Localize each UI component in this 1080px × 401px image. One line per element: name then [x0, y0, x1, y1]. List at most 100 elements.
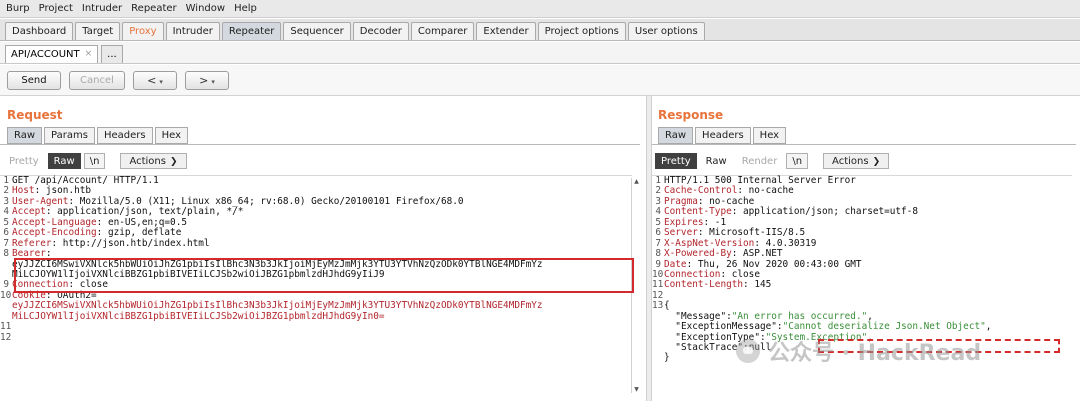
header-name: Accept-Language — [12, 216, 97, 228]
back-button[interactable]: < ▾ — [133, 70, 177, 90]
header-name: Accept-Encoding — [12, 227, 97, 239]
line-number: 11 — [0, 321, 12, 333]
header-name: Expires — [664, 216, 704, 228]
wechat-icon — [736, 339, 760, 363]
repeater-tab-api-account[interactable]: API/ACCOUNT × — [5, 45, 99, 63]
line-number: 10 — [0, 289, 12, 301]
line-number: 8 — [655, 248, 661, 260]
header-value: : no-cache — [737, 185, 794, 197]
tab-dashboard[interactable]: Dashboard — [5, 22, 74, 40]
tab-headers[interactable]: Headers — [96, 127, 153, 144]
header-value: : ASP.NET — [731, 248, 783, 260]
cancel-button[interactable]: Cancel — [69, 70, 125, 90]
menu-item[interactable]: Window — [186, 3, 225, 14]
newline-toggle[interactable]: \n — [786, 153, 809, 169]
header-name: Server — [664, 227, 698, 239]
line-number — [0, 301, 12, 311]
scroll-up-icon[interactable]: ▲ — [633, 178, 640, 185]
tab-target[interactable]: Target — [75, 22, 121, 40]
chevron-down-icon: ❯ — [169, 157, 178, 167]
line-text: HTTP/1.1 500 Internal Server Error — [664, 175, 856, 186]
request-editor[interactable]: 1 GET /api/Account/ HTTP/1.1 2 Host: json.h… — [0, 175, 632, 343]
tab-headers[interactable]: Headers — [695, 127, 751, 144]
tab-extender[interactable]: Extender — [476, 22, 536, 40]
menu-bar: Burp Project Intruder Repeater Window Help — [0, 0, 1080, 18]
response-tabs: Raw Headers Hex — [658, 127, 788, 144]
render-button[interactable]: Render — [736, 153, 784, 169]
newline-toggle[interactable]: \n — [83, 153, 106, 169]
new-tab-label: ... — [107, 49, 117, 60]
request-view-bar: Pretty Raw \n Actions ❯ — [3, 153, 190, 169]
header-name: X-Powered-By — [664, 248, 732, 260]
pretty-button[interactable]: Pretty — [655, 153, 697, 169]
chevron-down-icon: ▾ — [211, 77, 215, 86]
tab-sequencer[interactable]: Sequencer — [283, 22, 351, 40]
actions-label: Actions — [129, 156, 166, 167]
request-tabs-divider — [0, 144, 640, 145]
line-number — [652, 322, 664, 332]
editor-line: 1 GET /api/Account/ HTTP/1.1 — [0, 175, 632, 186]
header-name: Host — [12, 185, 35, 197]
header-name: Connection — [12, 279, 69, 291]
header-value: : http://json.htb/index.html — [51, 237, 210, 249]
header-value: : OAuth2= — [45, 289, 97, 301]
tab-hex[interactable]: Hex — [154, 127, 188, 144]
header-name: Content-Length — [664, 279, 744, 291]
line-text: MiLCJOYW1lIjoiVXNlciBBZG1pbiBIVEIiLCJSb2… — [12, 310, 385, 322]
actions-button[interactable]: Actions ❯ — [120, 153, 187, 169]
tab-intruder[interactable]: Intruder — [165, 22, 220, 40]
back-icon: < — [147, 73, 157, 87]
raw-button[interactable]: Raw — [47, 153, 81, 169]
tab-project-options[interactable]: Project options — [537, 22, 626, 40]
tab-raw[interactable]: Raw — [7, 127, 43, 144]
header-name: Cache-Control — [664, 185, 738, 197]
response-view-bar: Pretty Raw Render \n Actions ❯ — [655, 153, 892, 169]
request-title: Request — [7, 108, 63, 122]
tab-repeater[interactable]: Repeater — [221, 22, 282, 40]
repeater-tabs: API/ACCOUNT × ... — [0, 42, 1080, 64]
header-value: : application/json; charset=utf-8 — [731, 206, 918, 218]
response-title: Response — [658, 108, 724, 122]
tab-comparer[interactable]: Comparer — [410, 22, 475, 40]
line-number: 8 — [3, 248, 9, 260]
tab-raw[interactable]: Raw — [658, 127, 694, 144]
pretty-button[interactable]: Pretty — [3, 153, 45, 169]
header-value: : application/json, text/plain, */* — [45, 206, 244, 218]
menu-item[interactable]: Help — [234, 3, 257, 14]
menu-item[interactable]: Intruder — [82, 3, 122, 14]
main-tabs: Dashboard Target Proxy Intruder Repeater Sequ… — [0, 19, 1080, 41]
request-tabs: Raw Params Headers Hex — [7, 127, 190, 144]
header-value: : gzip, deflate — [96, 227, 182, 239]
request-scrollbar[interactable]: ▲ ▼ — [631, 178, 640, 393]
line-text: eyJJZCI6MSwiVXNlck5hbWUiOiJhZG1pbiIsIlBh… — [12, 258, 543, 270]
tab-user-options[interactable]: User options — [627, 22, 705, 40]
menu-item[interactable]: Project — [39, 3, 73, 14]
raw-button[interactable]: Raw — [700, 153, 733, 169]
menu-item[interactable]: Repeater — [131, 3, 176, 14]
header-name: Accept — [12, 206, 46, 218]
close-icon[interactable]: × — [85, 46, 93, 63]
line-number — [652, 343, 664, 353]
tab-hex[interactable]: Hex — [752, 127, 787, 144]
editor-line: 11 Content-Length: 145 — [652, 279, 1072, 291]
header-value: : Thu, 26 Nov 2020 00:43:00 GMT — [686, 258, 862, 270]
watermark: 公众号 · HackRead — [736, 335, 981, 367]
tab-params[interactable]: Params — [44, 127, 95, 144]
line-number: 12 — [0, 331, 12, 343]
tab-decoder[interactable]: Decoder — [352, 22, 409, 40]
header-value: : en-US,en;q=0.5 — [96, 216, 187, 228]
header-name: User-Agent — [12, 195, 69, 207]
menu-item[interactable]: Burp — [6, 3, 30, 14]
actions-button[interactable]: Actions ❯ — [823, 153, 890, 169]
json-key: "Message" — [675, 310, 727, 322]
tab-proxy[interactable]: Proxy — [122, 22, 164, 40]
send-button[interactable]: Send — [7, 70, 61, 90]
json-value: "Cannot deserialize Json.Net Object" — [782, 321, 986, 333]
header-name: Pragma — [664, 195, 698, 207]
chevron-down-icon: ▾ — [159, 77, 163, 86]
new-tab-button[interactable]: ... — [101, 45, 123, 63]
scroll-down-icon[interactable]: ▼ — [633, 386, 640, 393]
header-value: : 4.0.30319 — [754, 237, 817, 249]
forward-button[interactable]: > ▾ — [185, 70, 229, 90]
line-text: GET /api/Account/ HTTP/1.1 — [12, 175, 159, 186]
